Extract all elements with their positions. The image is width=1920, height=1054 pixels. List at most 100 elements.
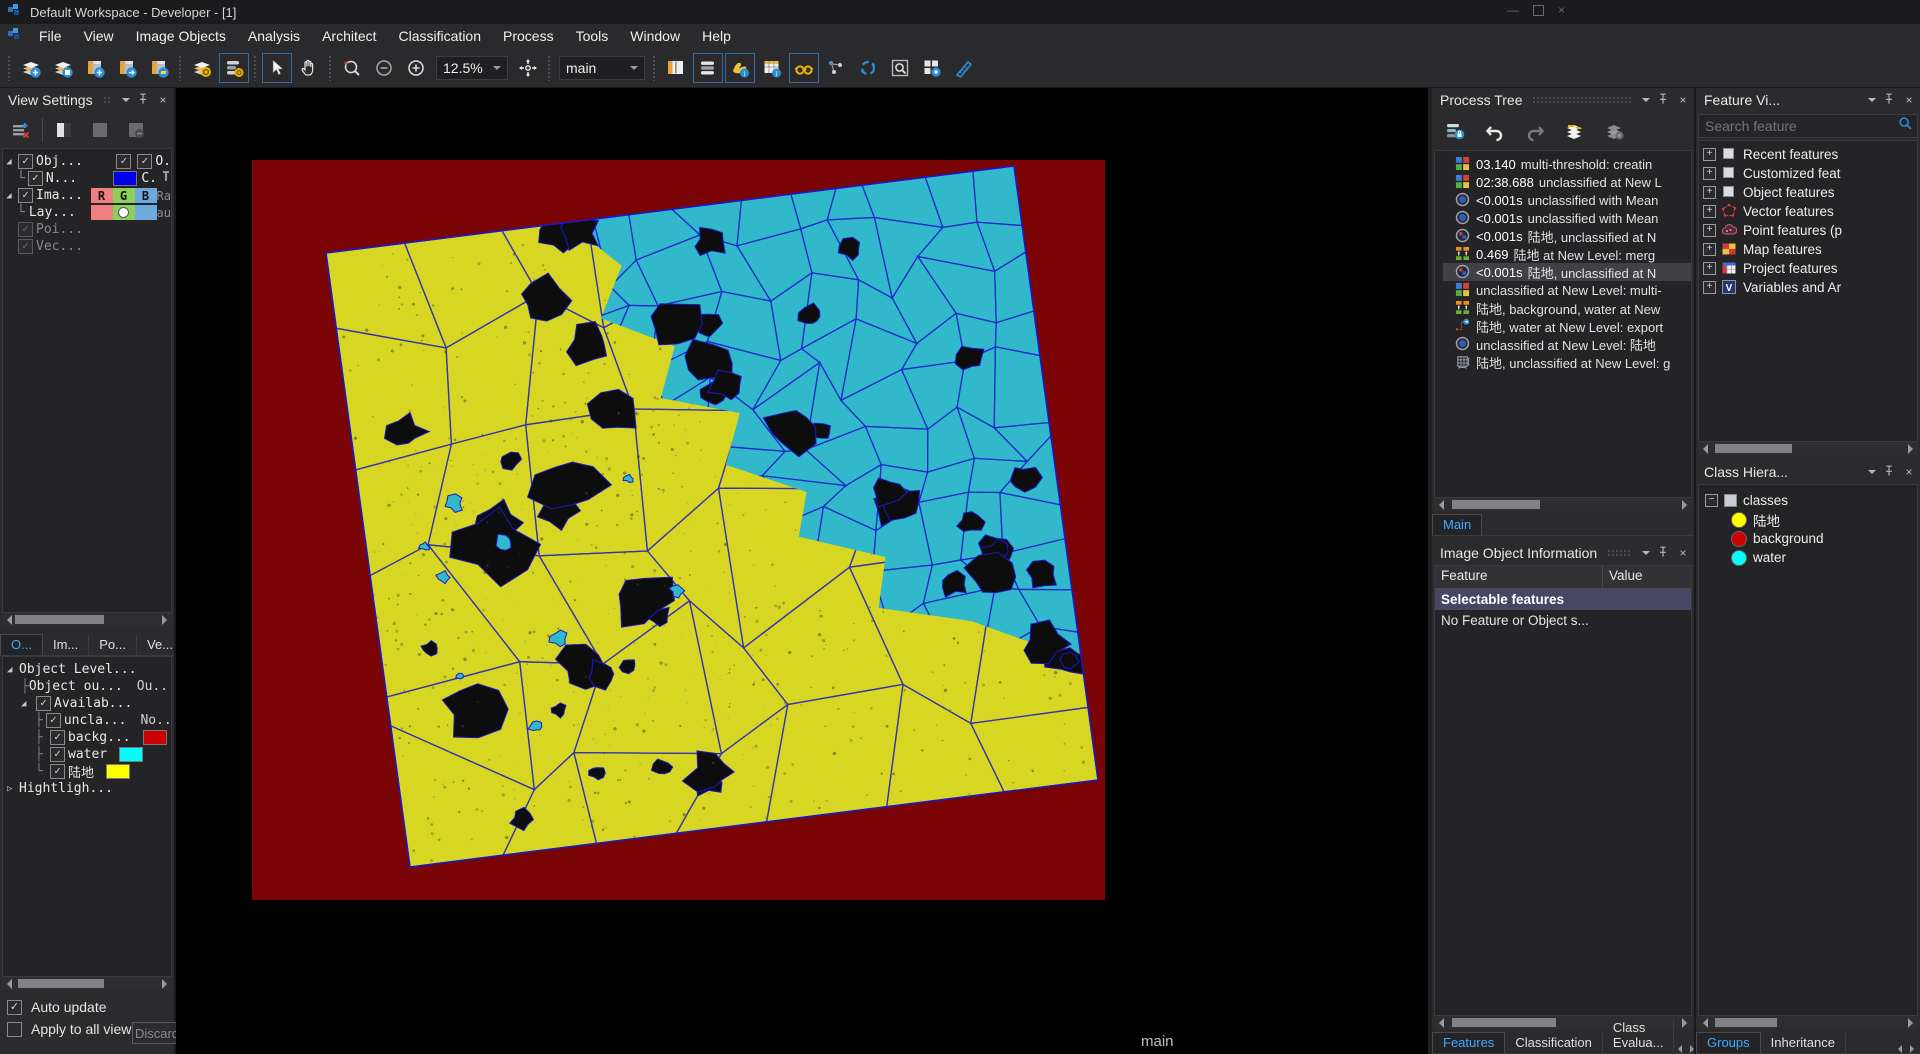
pin-icon[interactable] xyxy=(136,92,150,108)
object-tree-row[interactable]: ◢Object Level... xyxy=(3,661,171,678)
menu-classification[interactable]: Classification xyxy=(388,24,492,48)
feature-item[interactable]: +Object features xyxy=(1703,183,1917,202)
map-viewport[interactable]: main xyxy=(176,88,1432,1054)
process-row[interactable]: <0.001sunclassified with Mean xyxy=(1443,209,1691,227)
toolbar-grip[interactable] xyxy=(652,55,657,81)
layer-r-swatch[interactable] xyxy=(91,205,113,220)
pin-icon[interactable] xyxy=(1656,545,1670,561)
menu-view[interactable]: View xyxy=(73,24,125,48)
class-hierarchy-hscrollbar[interactable] xyxy=(1698,1016,1918,1029)
object-tree-row[interactable]: ◢✓Availab... xyxy=(3,695,171,712)
view-classification-icon[interactable]: i xyxy=(725,53,755,83)
object-tree-row[interactable]: ├✓water xyxy=(3,746,171,763)
process-tree-hscrollbar[interactable] xyxy=(1434,498,1692,511)
pin-icon[interactable] xyxy=(1656,92,1670,108)
ioi-tab-classification[interactable]: Classification xyxy=(1505,1033,1603,1053)
channel-r-cell[interactable]: R xyxy=(91,188,113,203)
search-icon[interactable] xyxy=(1898,116,1917,136)
feature-view-table-icon[interactable]: i xyxy=(757,53,787,83)
menu-image-objects[interactable]: Image Objects xyxy=(125,24,237,48)
ioi-row[interactable]: Selectable features xyxy=(1435,589,1691,610)
process-row[interactable]: <0.001s陆地, unclassified at N xyxy=(1443,263,1691,281)
panel-menu-icon[interactable] xyxy=(1642,98,1650,106)
feature-item[interactable]: +Vector features xyxy=(1703,202,1917,221)
channel-b-cell[interactable]: B xyxy=(135,188,157,203)
tree-checkbox[interactable]: ✓ xyxy=(50,730,65,745)
panel-drag-handle[interactable] xyxy=(1532,96,1632,104)
menu-tools[interactable]: Tools xyxy=(565,24,620,48)
expand-icon[interactable]: + xyxy=(1703,205,1716,218)
expand-icon[interactable]: + xyxy=(1703,224,1716,237)
lock-tree-icon[interactable] xyxy=(1440,117,1470,145)
object-links-icon[interactable] xyxy=(821,53,851,83)
close-panel-icon[interactable]: × xyxy=(1676,93,1690,107)
close-panel-icon[interactable]: × xyxy=(1902,465,1916,479)
minimize-button[interactable]: — xyxy=(1507,3,1519,17)
split-view-icon[interactable] xyxy=(661,53,691,83)
manage-levels-icon[interactable] xyxy=(1600,117,1630,145)
toolbar-grip[interactable] xyxy=(253,55,258,81)
class-color-swatch[interactable] xyxy=(143,730,167,745)
channel-g-cell[interactable]: G xyxy=(113,188,135,203)
save-project-icon[interactable] xyxy=(48,53,78,83)
caret-expanded[interactable]: ◢ xyxy=(3,157,15,167)
process-row[interactable]: <0.001sunclassified with Mean xyxy=(1443,191,1691,209)
column-feature[interactable]: Feature xyxy=(1435,566,1603,588)
process-profile-icon[interactable] xyxy=(219,53,249,83)
process-row[interactable]: 0.469陆地 at New Level: merg xyxy=(1443,245,1691,263)
menu-help[interactable]: Help xyxy=(691,24,742,48)
object-tree-row[interactable]: ├✓uncla...No... xyxy=(3,712,171,729)
show-classification-icon[interactable] xyxy=(789,53,819,83)
object-tree-row[interactable]: ├✓backg... xyxy=(3,729,171,746)
panel-menu-icon[interactable] xyxy=(1642,551,1650,559)
apply-all-views-checkbox[interactable] xyxy=(7,1022,22,1037)
feature-item[interactable]: +Recent features xyxy=(1703,145,1917,164)
expand-icon[interactable]: + xyxy=(1703,262,1716,275)
ioi-row[interactable]: No Feature or Object s... xyxy=(1435,610,1691,631)
ioi-hscrollbar[interactable] xyxy=(1434,1016,1692,1029)
discard-button[interactable]: Discard xyxy=(132,1022,182,1044)
expand-icon[interactable]: + xyxy=(1703,186,1716,199)
close-panel-icon[interactable]: × xyxy=(156,93,170,107)
layer-g-swatch[interactable] xyxy=(113,205,135,220)
panel-drag-handle[interactable] xyxy=(103,96,112,104)
undo-icon[interactable] xyxy=(1480,117,1510,145)
class-color-swatch[interactable] xyxy=(106,764,130,779)
pin-icon[interactable] xyxy=(1882,464,1896,480)
view-settings-hscrollbar[interactable] xyxy=(2,613,172,626)
process-row[interactable]: 02:38.688unclassified at New L xyxy=(1443,173,1691,191)
duplicate-map-icon[interactable] xyxy=(112,53,142,83)
zoom-level-combo[interactable]: 12.5% xyxy=(436,56,508,80)
caret-expanded[interactable]: ◢ xyxy=(3,191,15,201)
panel-menu-icon[interactable] xyxy=(1868,470,1876,478)
measure-icon[interactable] xyxy=(949,53,979,83)
feature-item[interactable]: +Customized feat xyxy=(1703,164,1917,183)
checkbox-objects-2[interactable]: ✓ xyxy=(116,154,131,169)
menu-architect[interactable]: Architect xyxy=(311,24,387,48)
pin-small-icon[interactable] xyxy=(161,170,171,188)
checkbox-objects[interactable]: ✓ xyxy=(18,154,33,169)
toolbar-grip[interactable] xyxy=(178,55,183,81)
process-row[interactable]: unclassified at New Level: 陆地 xyxy=(1443,335,1691,353)
checkbox-vector[interactable]: ✓ xyxy=(18,239,33,254)
layer-b-swatch[interactable] xyxy=(135,205,157,220)
navigate-icon[interactable] xyxy=(513,53,543,83)
feature-item[interactable]: +Map features xyxy=(1703,240,1917,259)
new-project-icon[interactable] xyxy=(16,53,46,83)
process-row[interactable]: 陆地, water at New Level: export xyxy=(1443,317,1691,335)
feature-item[interactable]: +Project features xyxy=(1703,259,1917,278)
redo-icon[interactable] xyxy=(1520,117,1550,145)
menu-analysis[interactable]: Analysis xyxy=(237,24,311,48)
process-tree-tab-main[interactable]: Main xyxy=(1432,514,1482,535)
process-row[interactable]: <0.001s陆地, unclassified at N xyxy=(1443,227,1691,245)
pan-icon[interactable] xyxy=(294,53,324,83)
panel-menu-icon[interactable] xyxy=(122,98,130,106)
tree-checkbox[interactable]: ✓ xyxy=(50,747,65,762)
toolbar-grip[interactable] xyxy=(328,55,333,81)
object-tree-row[interactable]: ├Object ou...Ou... xyxy=(3,678,171,695)
view-second-icon[interactable] xyxy=(85,116,115,144)
expand-icon[interactable]: + xyxy=(1703,243,1716,256)
left-tab-Im[interactable]: Im... xyxy=(43,635,89,655)
tree-checkbox[interactable]: ✓ xyxy=(36,696,51,711)
menu-window[interactable]: Window xyxy=(619,24,691,48)
